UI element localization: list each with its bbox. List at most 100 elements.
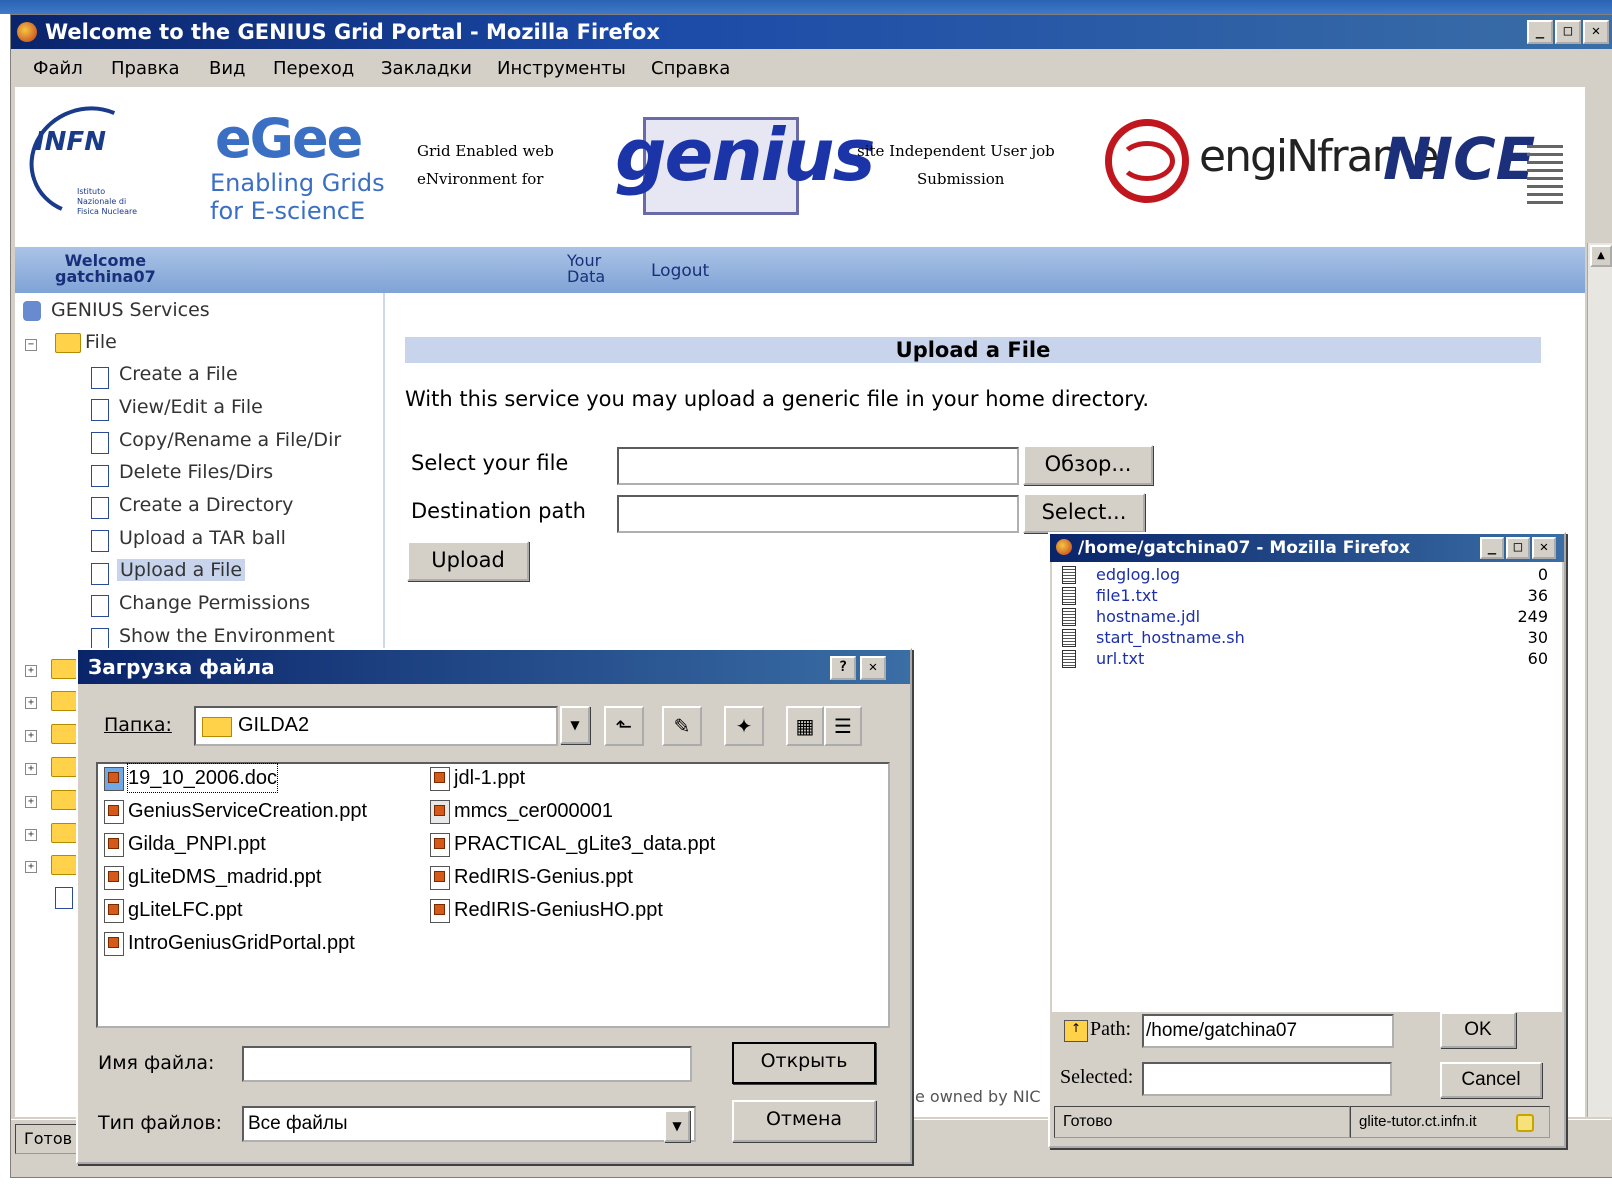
file-name: RedIRIS-Genius.ppt	[454, 866, 633, 888]
file-name: file1.txt	[1096, 586, 1158, 605]
folder-icon	[51, 855, 77, 875]
scroll-up-arrow-icon[interactable]: ▲	[1590, 245, 1612, 267]
popup-maximize-button[interactable]: □	[1506, 537, 1530, 559]
egee-subtitle-line1: Enabling Grids	[210, 169, 385, 197]
window-title: Welcome to the GENIUS Grid Portal - Mozi…	[45, 20, 660, 44]
your-data-link[interactable]: Your Data	[567, 253, 605, 285]
menu-file[interactable]: Файл	[33, 58, 83, 79]
file-name: jdl-1.ppt	[454, 767, 526, 789]
menu-tools[interactable]: Инструменты	[497, 58, 626, 79]
sidebar-item-create-file[interactable]: Create a File	[119, 363, 238, 385]
file-upload-dialog: Загрузка файла ? ✕ Папка: GILDA2 ▼ ⬑ ✎ ✦…	[76, 648, 912, 1164]
minimize-button[interactable]: _	[1527, 20, 1553, 44]
popup-close-button[interactable]: ✕	[1532, 537, 1556, 559]
path-label: Path:	[1090, 1018, 1132, 1040]
list-item[interactable]: file1.txt 36	[1052, 585, 1552, 606]
file-size: 249	[1517, 607, 1548, 626]
logout-link[interactable]: Logout	[651, 261, 709, 281]
upload-button[interactable]: Upload	[407, 541, 529, 581]
file-name: GeniusServiceCreation.ppt	[128, 800, 368, 822]
path-input[interactable]: /home/gatchina07	[1142, 1014, 1394, 1048]
ok-button[interactable]: OK	[1440, 1012, 1516, 1048]
popup-minimize-button[interactable]: _	[1480, 537, 1504, 559]
expand-toggle[interactable]: +	[25, 697, 37, 709]
folder-dropdown-arrow-icon[interactable]: ▼	[560, 706, 590, 744]
nice-logo: NICE	[1383, 125, 1536, 193]
dialog-close-button[interactable]: ✕	[860, 656, 886, 680]
destination-path-label: Destination path	[411, 499, 586, 523]
sidebar-item-view-edit-file[interactable]: View/Edit a File	[119, 396, 263, 418]
filetype-select[interactable]: Все файлы	[242, 1106, 696, 1142]
new-folder-icon[interactable]: ✦	[724, 706, 764, 746]
up-folder-icon[interactable]: ⬑	[604, 706, 644, 746]
document-icon	[55, 887, 73, 909]
filetype-dropdown-arrow-icon[interactable]: ▼	[664, 1110, 690, 1142]
collapse-toggle[interactable]: −	[25, 339, 37, 351]
expand-toggle[interactable]: +	[25, 796, 37, 808]
sidebar-item-show-environment[interactable]: Show the Environment	[119, 625, 335, 647]
desktop-icon[interactable]: ✎	[662, 706, 702, 746]
expand-toggle[interactable]: +	[25, 829, 37, 841]
expand-toggle[interactable]: +	[25, 861, 37, 873]
dialog-title-bar: Загрузка файла ? ✕	[78, 650, 910, 684]
selected-input[interactable]	[1142, 1062, 1392, 1096]
ppt-file-icon	[104, 899, 124, 923]
filename-label: Имя файла:	[98, 1052, 215, 1074]
browse-button[interactable]: Обзор...	[1023, 445, 1153, 485]
popup-cancel-button[interactable]: Cancel	[1440, 1062, 1542, 1098]
firefox-icon	[1056, 539, 1072, 555]
expand-toggle[interactable]: +	[25, 763, 37, 775]
menu-edit[interactable]: Правка	[111, 58, 180, 79]
help-button[interactable]: ?	[830, 656, 856, 680]
select-path-button[interactable]: Select...	[1023, 493, 1145, 533]
page-scrollbar[interactable]: ▲	[1587, 243, 1612, 1117]
firefox-icon	[17, 22, 37, 42]
document-icon	[91, 628, 109, 650]
list-item[interactable]: start_hostname.sh 30	[1052, 627, 1552, 648]
sidebar-item-create-directory[interactable]: Create a Directory	[119, 494, 293, 516]
menu-bookmarks[interactable]: Закладки	[381, 58, 472, 79]
nav-bar: Welcome gatchina07 Your Data Logout	[15, 247, 1585, 293]
document-icon	[91, 497, 109, 519]
folder-dropdown[interactable]: GILDA2	[194, 706, 558, 746]
sidebar-item-delete-files[interactable]: Delete Files/Dirs	[119, 461, 273, 483]
folder-icon	[55, 333, 81, 353]
ppt-file-icon	[430, 833, 450, 857]
file-name: IntroGeniusGridPortal.ppt	[128, 932, 355, 954]
dialog-title: Загрузка файла	[88, 655, 275, 679]
list-item[interactable]: edglog.log 0	[1052, 564, 1552, 585]
sidebar-item-change-permissions[interactable]: Change Permissions	[119, 592, 310, 614]
list-item[interactable]: url.txt 60	[1052, 648, 1552, 669]
list-item[interactable]: hostname.jdl 249	[1052, 606, 1552, 627]
open-button[interactable]: Открыть	[732, 1042, 876, 1084]
destination-path-input[interactable]	[617, 495, 1019, 533]
sidebar-item-upload-file[interactable]: Upload a File	[117, 559, 246, 581]
nice-logo-lines	[1527, 145, 1563, 205]
remote-file-list: edglog.log 0 file1.txt 36 hostname.jdl 249 …	[1052, 562, 1562, 1012]
filename-input[interactable]	[242, 1046, 692, 1082]
folder-icon	[51, 691, 77, 711]
cancel-button[interactable]: Отмена	[732, 1100, 876, 1142]
file-input[interactable]	[617, 447, 1019, 485]
file-list[interactable]: 19_10_2006.doc GeniusServiceCreation.ppt…	[96, 762, 890, 1028]
genius-acronym-right: site Independent User job Submission	[857, 137, 1055, 193]
list-view-icon[interactable]: ▦	[786, 706, 824, 746]
popup-status-text: Готово	[1054, 1106, 1350, 1138]
menu-view[interactable]: Вид	[209, 58, 246, 79]
expand-toggle[interactable]: +	[25, 665, 37, 677]
close-button[interactable]: ✕	[1583, 20, 1609, 44]
menu-go[interactable]: Переход	[273, 58, 354, 79]
footer-copyright-fragment: e owned by NIC	[915, 1087, 1041, 1106]
details-view-icon[interactable]: ☰	[824, 706, 862, 746]
file-name: PRACTICAL_gLite3_data.ppt	[454, 833, 716, 855]
sidebar-item-upload-tar[interactable]: Upload a TAR ball	[119, 527, 286, 549]
up-folder-icon[interactable]: ↑	[1064, 1020, 1088, 1042]
folder-icon	[51, 659, 77, 679]
file-size: 0	[1537, 565, 1548, 584]
sidebar-folder-file[interactable]: File	[85, 331, 117, 353]
word-doc-icon	[104, 767, 124, 791]
sidebar-item-copy-rename[interactable]: Copy/Rename a File/Dir	[119, 429, 341, 451]
maximize-button[interactable]: □	[1555, 20, 1581, 44]
menu-help[interactable]: Справка	[651, 58, 730, 79]
expand-toggle[interactable]: +	[25, 730, 37, 742]
